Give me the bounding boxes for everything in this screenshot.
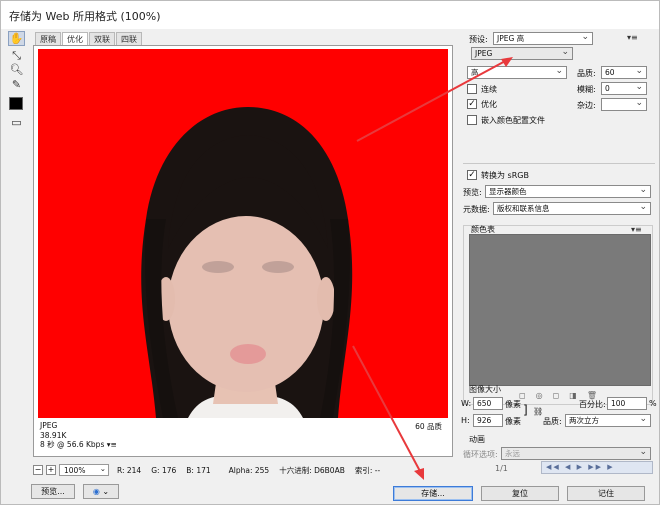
embed-profile-label: 嵌入颜色配置文件	[481, 116, 545, 125]
quality-level-select[interactable]: 高	[467, 66, 567, 79]
progressive-checkbox[interactable]	[467, 84, 477, 94]
optimized-info: JPEG 38.91K 8 秒 @ 56.6 Kbps ▾≡	[40, 421, 117, 450]
preset-menu-icon[interactable]: ▾≡	[627, 33, 638, 42]
view-tabs: 原稿 优化 双联 四联	[35, 32, 143, 45]
preset-label: 预设:	[469, 35, 488, 44]
matte-label: 杂边:	[577, 101, 596, 110]
convert-srgb-label: 转换为 sRGB	[481, 171, 529, 180]
zoom-out-button[interactable]: −	[33, 465, 43, 475]
height-input[interactable]: 926	[473, 414, 503, 427]
image-size-header: 图像大小	[469, 385, 501, 394]
zoom-tool-icon[interactable]: 🔍︎	[8, 62, 25, 77]
embed-profile-checkbox[interactable]	[467, 115, 477, 125]
titlebar: 存储为 Web 所用格式 (100%)	[1, 1, 659, 29]
info-format: JPEG	[40, 421, 58, 430]
info-download: 8 秒 @ 56.6 Kbps	[40, 440, 105, 449]
blur-input[interactable]: 0	[601, 82, 647, 95]
percent-sign: %	[649, 399, 657, 408]
status-alpha: Alpha: 255	[228, 465, 270, 475]
status-r: R: 214	[117, 465, 142, 475]
optimized-label: 优化	[481, 100, 497, 109]
matte-select[interactable]	[601, 98, 647, 111]
preview-photo[interactable]	[38, 49, 448, 418]
link-bracket-icon: ]	[523, 403, 528, 417]
download-menu-icon[interactable]: ▾≡	[107, 440, 117, 449]
color-table-menu-icon[interactable]: ▾≡	[631, 225, 642, 234]
hand-tool-icon[interactable]: ✋	[8, 31, 25, 46]
zoom-select[interactable]: 100%	[59, 463, 109, 476]
status-hex: 十六进制: D6B0AB	[279, 465, 345, 475]
tool-strip: ✋ ⤡ 🔍︎ ✎ ▭	[7, 31, 26, 131]
window-title: 存储为 Web 所用格式 (100%)	[9, 10, 161, 23]
width-unit: 像素	[505, 400, 521, 409]
tab-4up[interactable]: 四联	[116, 32, 142, 45]
preview-select[interactable]: 显示器颜色	[485, 185, 651, 198]
preview-label: 预览:	[463, 188, 482, 197]
slice-select-tool-icon[interactable]: ⤡	[8, 48, 25, 63]
metadata-select[interactable]: 版权和联系信息	[493, 202, 651, 215]
color-table[interactable]	[469, 234, 651, 386]
save-for-web-dialog: 存储为 Web 所用格式 (100%) ✋ ⤡ 🔍︎ ✎ ▭ 原稿 优化 双联 …	[0, 0, 660, 505]
loop-label: 循环选项:	[463, 450, 498, 459]
resample-select[interactable]: 两次立方	[565, 414, 651, 427]
blur-label: 模糊:	[577, 85, 596, 94]
info-quality: 60 品质	[415, 422, 442, 431]
quality-label: 品质:	[577, 69, 596, 78]
percent-input[interactable]: 100	[607, 397, 647, 410]
status-g: G: 176	[151, 465, 177, 475]
width-input[interactable]: 650	[473, 397, 503, 410]
frame-counter: 1/1	[495, 464, 508, 473]
preview-pane: JPEG 38.91K 8 秒 @ 56.6 Kbps ▾≡ 60 品质	[33, 45, 453, 457]
browser-icon: ◉	[92, 487, 100, 496]
animation-header: 动画	[469, 435, 485, 444]
status-bar: − + 100% R: 214 G: 176 B: 171 Alpha: 255…	[33, 462, 453, 478]
quality-input[interactable]: 60	[601, 66, 647, 79]
info-size: 38.91K	[40, 430, 67, 440]
preview-in-browser-button[interactable]: 预览...	[31, 484, 75, 499]
loop-select[interactable]: 永远	[501, 447, 651, 460]
portrait-image	[38, 49, 448, 418]
eyedropper-tool-icon[interactable]: ✎	[8, 77, 25, 92]
tab-optimized[interactable]: 优化	[62, 32, 88, 45]
new-color-icon[interactable]: ◨	[569, 391, 577, 400]
chain-link-icon[interactable]: ⛓	[533, 407, 543, 416]
tab-2up[interactable]: 双联	[89, 32, 115, 45]
animation-controls[interactable]: ◀◀ ◀ ▶ ▶▶ ▶	[541, 461, 653, 474]
width-label: W:	[461, 399, 472, 408]
convert-srgb-checkbox[interactable]: ✓	[467, 170, 477, 180]
lock-color-icon[interactable]: ◎	[536, 391, 543, 400]
height-unit: 像素	[505, 417, 521, 426]
map-transparency-icon[interactable]: ◻	[553, 391, 560, 400]
resample-label: 品质:	[543, 417, 562, 426]
settings-panel: 预设: JPEG 高 ▾≡ JPEG 高 品质: 60 连续 模糊: 0 ✓ 优…	[459, 29, 659, 504]
optimized-checkbox[interactable]: ✓	[467, 99, 477, 109]
percent-label: 百分比:	[579, 400, 606, 409]
preset-select[interactable]: JPEG 高	[493, 32, 593, 45]
metadata-label: 元数据:	[463, 205, 490, 214]
panel-divider	[463, 163, 655, 164]
chevron-down-icon: ⌄	[102, 487, 110, 496]
tab-original[interactable]: 原稿	[35, 32, 61, 45]
progressive-label: 连续	[481, 85, 497, 94]
status-index: 索引: --	[354, 465, 381, 475]
browser-select[interactable]: ◉ ⌄	[83, 484, 119, 499]
height-label: H:	[461, 416, 470, 425]
format-select[interactable]: JPEG	[471, 47, 573, 60]
eyedropper-color-swatch[interactable]	[9, 97, 23, 110]
status-b: B: 171	[186, 465, 211, 475]
zoom-in-button[interactable]: +	[46, 465, 56, 475]
toggle-slices-icon[interactable]: ▭	[8, 115, 25, 130]
